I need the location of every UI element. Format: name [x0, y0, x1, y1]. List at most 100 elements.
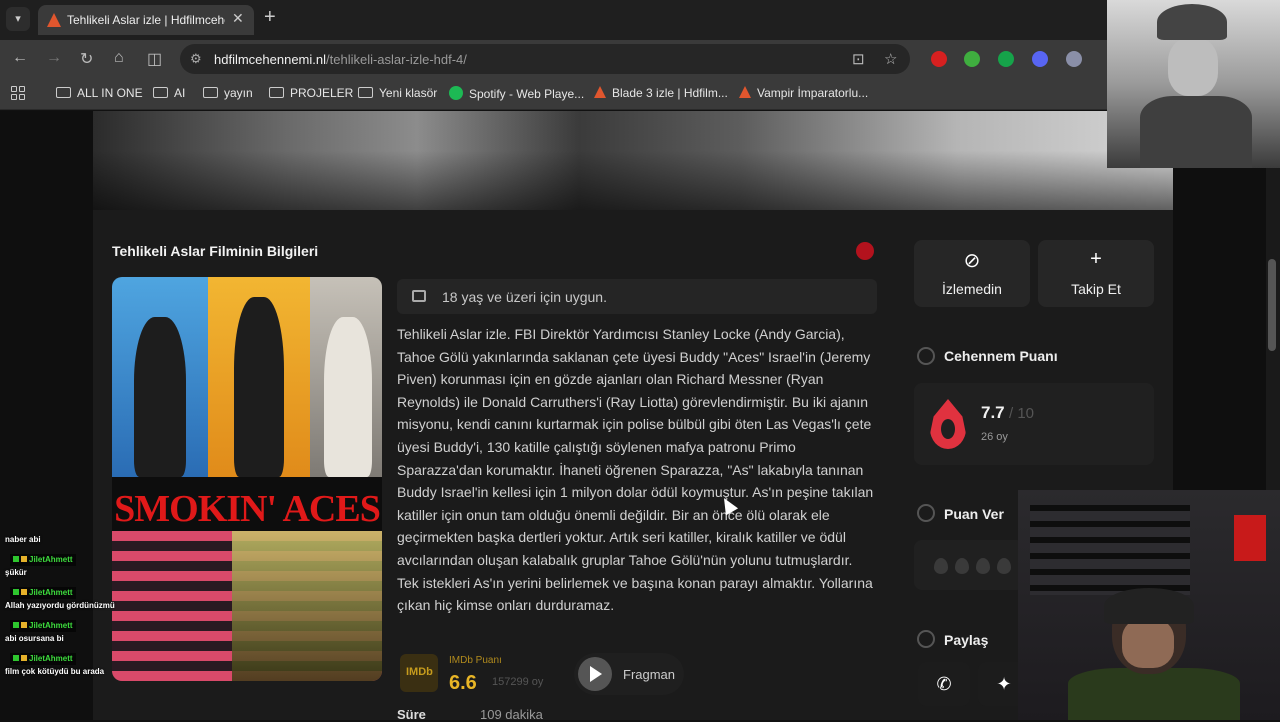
folder-icon [153, 87, 168, 98]
poster-figure [234, 297, 284, 477]
chat-username: JiletAhmett [10, 653, 76, 665]
chat-username: JiletAhmett [10, 554, 76, 566]
imdb-label: IMDb Puanı [449, 655, 502, 666]
follow-label: Takip Et [1071, 281, 1121, 297]
split-view-icon[interactable]: ◫ [147, 49, 162, 69]
rate-heading: Puan Ver [944, 506, 1004, 522]
chat-message: Allah yazıyordu gördünüzmü [5, 601, 115, 610]
site-favicon-icon [739, 86, 751, 98]
chat-message: abi osursana bi [5, 634, 64, 643]
rate-flames[interactable] [914, 540, 1024, 590]
section-title: Tehlikeli Aslar Filminin Bilgileri [112, 243, 319, 259]
chat-message: şükür [5, 568, 27, 577]
portrait-cap [1157, 4, 1227, 40]
tab-search-dropdown-icon[interactable]: ▾ [6, 7, 30, 31]
forward-arrow-icon[interactable]: → [46, 49, 62, 67]
back-arrow-icon[interactable]: ← [12, 49, 28, 67]
poster-bottom-right [232, 531, 382, 681]
webcam-flag [1234, 515, 1266, 561]
address-bar[interactable]: ⚙ hdfilmcehennemi.nl/tehlikeli-aslar-izl… [180, 44, 910, 74]
url-text[interactable]: hdfilmcehennemi.nl/tehlikeli-aslar-izle-… [214, 52, 467, 67]
bookmark-star-icon[interactable]: ☆ [884, 50, 897, 68]
browser-tab-active[interactable]: Tehlikeli Aslar izle | Hdfilmceher ✕ [38, 5, 254, 35]
play-icon [590, 666, 602, 682]
whatsapp-share-icon[interactable]: ✆ [918, 662, 970, 706]
url-path: /tehlikeli-aslar-izle-hdf-4/ [326, 52, 467, 67]
site-favicon-icon [594, 86, 606, 98]
poster-figure [134, 317, 186, 477]
not-watched-label: İzlemedin [942, 281, 1002, 297]
cehennem-score-votes: 26 oy [981, 431, 1008, 443]
extension-shield-icon[interactable] [964, 51, 980, 67]
not-watched-button[interactable]: ⊘ İzlemedin [914, 240, 1030, 307]
rate-flame-icon[interactable] [976, 558, 990, 574]
chat-username: JiletAhmett [10, 587, 76, 599]
site-settings-icon[interactable]: ⚙ [190, 51, 202, 67]
tab-close-icon[interactable]: ✕ [232, 10, 244, 27]
rate-flame-icon[interactable] [934, 558, 948, 574]
trailer-label: Fragman [623, 667, 676, 682]
flame-outline-icon [917, 347, 935, 365]
extension-red-icon[interactable] [931, 51, 947, 67]
apps-grid-icon[interactable] [11, 86, 25, 100]
webcam-wall-rack [1030, 505, 1190, 595]
grammarly-extension-icon[interactable] [998, 51, 1014, 67]
portrait-uniform [1140, 96, 1252, 168]
bookmark-blade-3[interactable]: Blade 3 izle | Hdfilm... [594, 86, 728, 100]
bookmark-projeler[interactable]: PROJELER [269, 86, 353, 100]
chat-badge-icon [21, 556, 27, 562]
chat-message: naber abi [5, 535, 41, 544]
install-app-icon[interactable]: ⊡ [852, 50, 865, 68]
film-icon [412, 290, 426, 302]
url-host: hdfilmcehennemi.nl [214, 52, 327, 67]
chat-badge-icon [13, 589, 19, 595]
folder-icon [358, 87, 373, 98]
share-outline-icon [917, 630, 935, 648]
report-icon[interactable] [856, 242, 874, 260]
imdb-votes: 157299 oy [492, 676, 544, 688]
folder-icon [203, 87, 218, 98]
webcam-person-face [1122, 618, 1174, 668]
cehennem-score-box: 7.7 / 10 26 oy [914, 383, 1154, 465]
chat-badge-icon [21, 622, 27, 628]
reload-icon[interactable]: ↻ [80, 49, 93, 69]
age-rating-text: 18 yaş ve üzeri için uygun. [442, 289, 607, 305]
page-scrollbar-thumb[interactable] [1268, 259, 1276, 351]
rate-flame-icon[interactable] [997, 558, 1011, 574]
bookmark-ai[interactable]: AI [153, 86, 185, 100]
folder-icon [56, 87, 71, 98]
poster-figure [324, 317, 372, 477]
spotify-icon [449, 86, 463, 100]
extension-discord-icon[interactable] [1032, 51, 1048, 67]
movie-poster: SMOKIN' ACES [112, 277, 382, 681]
bookmark-all-in-one[interactable]: ALL IN ONE [56, 86, 143, 100]
cehennem-score-heading: Cehennem Puanı [944, 348, 1058, 364]
follow-button[interactable]: + Takip Et [1038, 240, 1154, 307]
imdb-score: 6.6 [449, 672, 477, 694]
webcam-person-body [1068, 668, 1240, 720]
portrait-face [1168, 38, 1218, 96]
bookmarks-bar: ALL IN ONE AI yayın PROJELER Yeni klasör… [0, 78, 1280, 110]
movie-description: Tehlikeli Aslar izle. FBI Direktör Yardı… [397, 326, 874, 614]
chat-badge-icon [21, 589, 27, 595]
extension-privacy-icon[interactable] [1066, 51, 1082, 67]
plus-icon: + [1090, 248, 1102, 270]
chat-username: JiletAhmett [10, 620, 76, 632]
bookmark-spotify[interactable]: Spotify - Web Playe... [449, 86, 584, 101]
chat-badge-icon [13, 622, 19, 628]
tab-title: Tehlikeli Aslar izle | Hdfilmceher [67, 13, 225, 27]
poster-title: SMOKIN' ACES [114, 488, 381, 530]
bookmark-vampir[interactable]: Vampir İmparatorlu... [739, 86, 868, 100]
home-icon[interactable]: ⌂ [114, 49, 124, 67]
rate-flame-icon[interactable] [955, 558, 969, 574]
browser-tab-bar: ▾ Tehlikeli Aslar izle | Hdfilmceher ✕ + [0, 0, 1280, 40]
new-tab-icon[interactable]: + [264, 6, 276, 29]
share-heading: Paylaş [944, 632, 989, 648]
eye-slash-icon: ⊘ [963, 250, 981, 272]
chat-badge-icon [13, 655, 19, 661]
chat-message: film çok kötüydü bu arada [5, 667, 105, 676]
bookmark-yayin[interactable]: yayın [203, 86, 253, 100]
cehennem-score-max: / 10 [1009, 405, 1035, 422]
trailer-button[interactable]: Fragman [574, 653, 684, 695]
bookmark-yeni-klasor[interactable]: Yeni klasör [358, 86, 437, 100]
